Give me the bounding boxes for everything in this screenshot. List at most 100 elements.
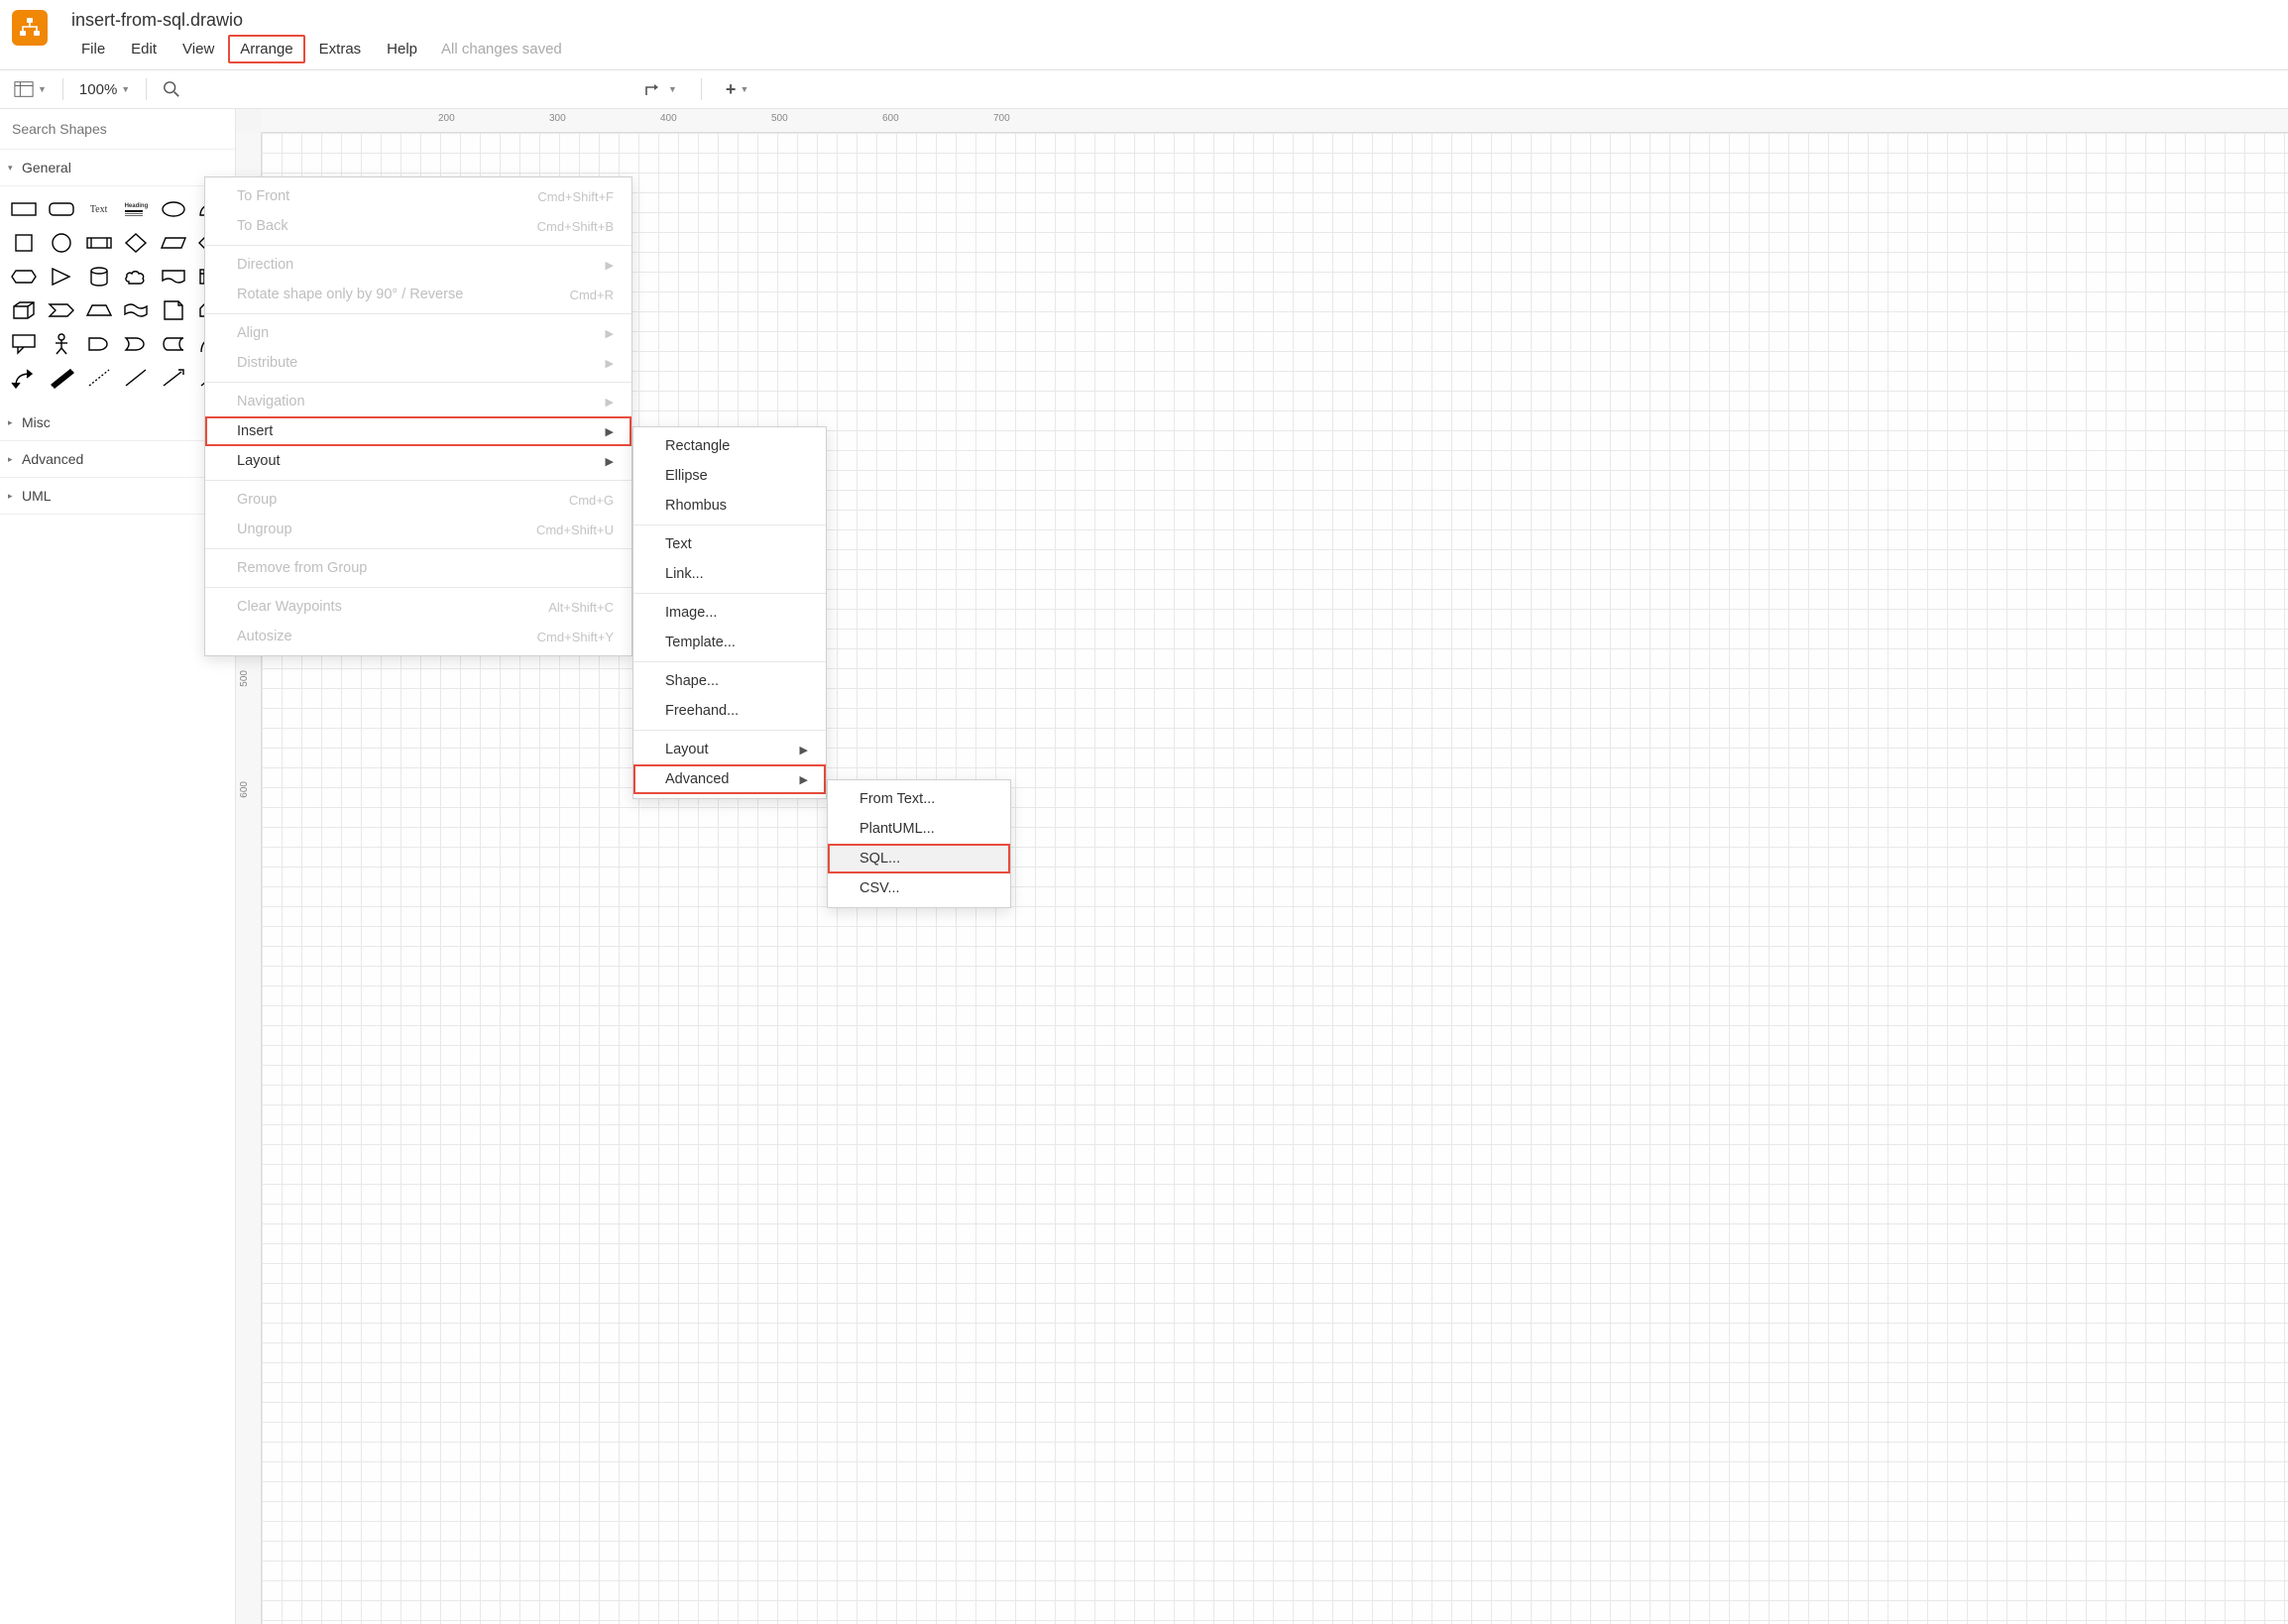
menu-help[interactable]: Help — [375, 35, 429, 63]
ruler-tick: 500 — [771, 113, 788, 124]
shape-or[interactable] — [118, 329, 154, 359]
insert-item-link[interactable]: Link... — [633, 559, 826, 589]
insert-item-layout[interactable]: Layout▶ — [633, 735, 826, 764]
shape-and[interactable] — [81, 329, 117, 359]
submenu-arrow-icon: ▶ — [606, 425, 614, 438]
menu-item-label: Template... — [665, 635, 736, 650]
insert-item-freehand[interactable]: Freehand... — [633, 696, 826, 726]
menu-item-label: CSV... — [859, 880, 900, 896]
shape-text[interactable]: Text — [81, 194, 117, 224]
shape-diamond[interactable] — [118, 228, 154, 258]
plus-icon: + — [726, 79, 737, 100]
menu-separator — [205, 313, 631, 314]
menu-arrange[interactable]: Arrange — [228, 35, 304, 63]
menu-item-label: Link... — [665, 566, 704, 582]
shape-bidir-arrow[interactable] — [6, 363, 42, 393]
shape-document[interactable] — [156, 262, 191, 291]
sidebar-section-general[interactable]: ▾General — [0, 150, 235, 186]
menu-item-label: From Text... — [859, 791, 935, 807]
menu-item-label: Layout — [665, 742, 709, 757]
arrange-item-direction: Direction ▶ — [205, 250, 631, 280]
menu-item-label: Navigation — [237, 394, 305, 409]
menu-edit[interactable]: Edit — [119, 35, 169, 63]
insert-item-template[interactable]: Template... — [633, 628, 826, 657]
shape-dashed-line[interactable] — [81, 363, 117, 393]
menu-shortcut: Cmd+Shift+U — [536, 522, 614, 537]
insert-item-rectangle[interactable]: Rectangle — [633, 431, 826, 461]
arrange-item-layout[interactable]: Layout▶ — [205, 446, 631, 476]
menu-file[interactable]: File — [69, 35, 117, 63]
insert-button[interactable]: + ▼ — [726, 79, 748, 100]
shape-trapezoid[interactable] — [81, 295, 117, 325]
menu-separator — [633, 593, 826, 594]
advanced-item-csv[interactable]: CSV... — [828, 873, 1010, 903]
section-label: General — [22, 160, 71, 175]
advanced-item-plantuml[interactable]: PlantUML... — [828, 814, 1010, 844]
insert-item-text[interactable]: Text — [633, 529, 826, 559]
shape-step[interactable] — [44, 295, 79, 325]
save-status: All changes saved — [441, 41, 562, 58]
insert-item-rhombus[interactable]: Rhombus — [633, 491, 826, 521]
shape-actor[interactable] — [44, 329, 79, 359]
shape-hexagon[interactable] — [6, 262, 42, 291]
ruler-horizontal: 200300400500600700 — [262, 109, 2288, 133]
shape-thick-line[interactable] — [44, 363, 79, 393]
shape-process[interactable] — [81, 228, 117, 258]
shape-line[interactable] — [118, 363, 154, 393]
shape-rounded-rect[interactable] — [44, 194, 79, 224]
shape-line-arrow[interactable] — [156, 363, 191, 393]
menu-shortcut: Cmd+Shift+Y — [537, 630, 614, 644]
fit-page-button[interactable] — [163, 80, 180, 98]
insert-item-advanced[interactable]: Advanced▶ — [633, 764, 826, 794]
app-logo[interactable] — [12, 10, 48, 46]
shape-tape[interactable] — [118, 295, 154, 325]
shape-circle[interactable] — [44, 228, 79, 258]
arrange-item-insert[interactable]: Insert▶ — [205, 416, 631, 446]
sidebar-section-uml[interactable]: ▸UML — [0, 478, 235, 515]
main: ▾General Text Heading — [0, 109, 2288, 1624]
menu-view[interactable]: View — [171, 35, 226, 63]
shape-square[interactable] — [6, 228, 42, 258]
advanced-item-sql[interactable]: SQL... — [828, 844, 1010, 873]
advanced-item-from-text[interactable]: From Text... — [828, 784, 1010, 814]
insert-item-image[interactable]: Image... — [633, 598, 826, 628]
menu-item-label: Rotate shape only by 90° / Reverse — [237, 287, 463, 302]
insert-item-ellipse[interactable]: Ellipse — [633, 461, 826, 491]
menu-shortcut: Cmd+G — [569, 493, 614, 508]
menu-separator — [633, 524, 826, 525]
submenu-arrow-icon: ▶ — [606, 259, 614, 272]
separator — [146, 78, 147, 100]
toolbar: ▼ 100% ▼ ▼ + ▼ — [0, 70, 2288, 109]
shape-rect[interactable] — [6, 194, 42, 224]
sidebar-section-advanced[interactable]: ▸Advanced — [0, 441, 235, 478]
shape-cylinder[interactable] — [81, 262, 117, 291]
menu-separator — [633, 730, 826, 731]
shape-textbox[interactable]: Heading — [118, 194, 154, 224]
submenu-arrow-icon: ▶ — [606, 327, 614, 340]
shape-data-storage[interactable] — [156, 329, 191, 359]
menu-item-label: Group — [237, 492, 277, 508]
shape-parallelogram[interactable] — [156, 228, 191, 258]
document-title[interactable]: insert-from-sql.drawio — [69, 10, 562, 31]
ruler-tick: 300 — [549, 113, 566, 124]
zoom-control[interactable]: 100% ▼ — [79, 81, 130, 98]
insert-item-shape[interactable]: Shape... — [633, 666, 826, 696]
submenu-insert: RectangleEllipseRhombus Text Link... Image.… — [632, 426, 827, 799]
menu-separator — [205, 480, 631, 481]
shape-triangle[interactable] — [44, 262, 79, 291]
shape-callout[interactable] — [6, 329, 42, 359]
sidebar-section-misc[interactable]: ▸Misc — [0, 405, 235, 441]
menu-extras[interactable]: Extras — [307, 35, 374, 63]
menu-item-label: Text — [665, 536, 692, 552]
waypoints-button[interactable]: ▼ — [644, 81, 677, 97]
view-mode-button[interactable]: ▼ — [14, 80, 47, 98]
menu-item-label: Advanced — [665, 771, 730, 787]
ruler-tick: 700 — [993, 113, 1010, 124]
shape-ellipse[interactable] — [156, 194, 191, 224]
arrange-item-align: Align▶ — [205, 318, 631, 348]
shape-cloud[interactable] — [118, 262, 154, 291]
menu-item-label: Direction — [237, 257, 293, 273]
shape-cube[interactable] — [6, 295, 42, 325]
shape-note[interactable] — [156, 295, 191, 325]
search-shapes-input[interactable] — [8, 115, 227, 143]
